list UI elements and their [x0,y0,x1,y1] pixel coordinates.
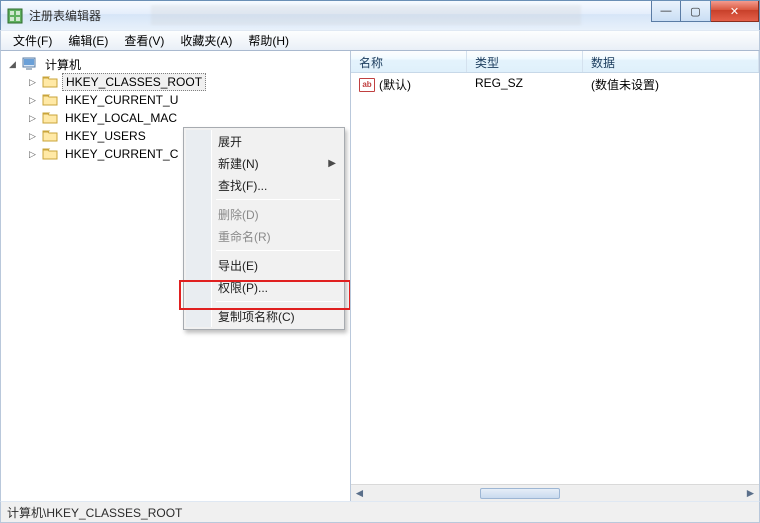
folder-icon [42,111,58,125]
context-menu-item[interactable]: 复制项名称(C) [186,305,342,327]
client-area: ◢ 计算机 ▷HKEY_CLASSES_ROOT▷HKEY_CURRENT_U▷… [0,51,760,501]
close-button[interactable]: ✕ [711,1,759,22]
menu-help[interactable]: 帮助(H) [240,30,297,51]
menu-favorites[interactable]: 收藏夹(A) [172,30,240,51]
tree-node-label: HKEY_CLASSES_ROOT [62,73,206,91]
tree-node-hkey_local_machine[interactable]: ▷ HKEY_LOCAL_MAC [1,109,350,127]
window-buttons: — ▢ ✕ [651,1,759,22]
values-list-pane: 名称 类型 数据 ab (默认) REG_SZ(数值未设置) ◄ ► [351,51,759,501]
tree-pane: ◢ 计算机 ▷HKEY_CLASSES_ROOT▷HKEY_CURRENT_U▷… [1,51,351,501]
minimize-button[interactable]: — [651,1,681,22]
expand-icon[interactable]: ▷ [27,149,38,160]
folder-icon [42,93,58,107]
tree-node-label: HKEY_USERS [62,128,149,144]
tree-node-label: HKEY_CURRENT_U [62,92,181,108]
value-name: (默认) [379,76,411,93]
cell-type: REG_SZ [467,76,583,93]
tree-node-hkey_current_user[interactable]: ▷ HKEY_CURRENT_U [1,91,350,109]
context-menu-item[interactable]: 查找(F)... [186,174,342,196]
expand-icon[interactable]: ▷ [27,131,38,142]
tree-node-hkey_classes_root[interactable]: ▷ HKEY_CLASSES_ROOT [1,73,350,91]
collapse-icon[interactable]: ◢ [7,59,18,70]
context-menu-separator [216,199,340,200]
horizontal-scrollbar[interactable]: ◄ ► [351,484,759,501]
cell-name: ab (默认) [351,76,467,93]
context-menu-item[interactable]: 展开 [186,130,342,152]
title-bar: 注册表编辑器 — ▢ ✕ [0,0,760,30]
tree-root-label: 计算机 [42,55,84,74]
list-row[interactable]: ab (默认) REG_SZ(数值未设置) [351,73,759,96]
menu-bar: 文件(F) 编辑(E) 查看(V) 收藏夹(A) 帮助(H) [0,30,760,51]
context-menu-item: 重命名(R) [186,225,342,247]
expand-icon[interactable]: ▷ [27,77,38,88]
context-menu-item[interactable]: 权限(P)... [186,276,342,298]
tree-root-node[interactable]: ◢ 计算机 [1,55,350,73]
context-menu-separator [216,250,340,251]
menu-file[interactable]: 文件(F) [5,30,60,51]
scroll-right-arrow-icon[interactable]: ► [742,486,759,501]
context-menu-separator [216,301,340,302]
expand-icon[interactable]: ▷ [27,95,38,106]
list-header: 名称 类型 数据 [351,51,759,73]
string-value-icon: ab [359,78,375,92]
context-menu-item: 删除(D) [186,203,342,225]
regedit-icon [7,8,23,24]
tree-node-label: HKEY_CURRENT_C [62,146,181,162]
context-menu-item[interactable]: 新建(N)▶ [186,152,342,174]
cell-data: (数值未设置) [583,76,759,93]
background-blur [151,5,581,25]
computer-icon [22,57,38,71]
list-body[interactable]: ab (默认) REG_SZ(数值未设置) [351,73,759,484]
menu-edit[interactable]: 编辑(E) [60,30,116,51]
folder-icon [42,147,58,161]
column-header-name[interactable]: 名称 [351,51,467,72]
window-title: 注册表编辑器 [29,7,101,24]
context-menu: 展开新建(N)▶查找(F)... 删除(D)重命名(R) 导出(E)权限(P)...… [183,127,345,330]
maximize-button[interactable]: ▢ [681,1,711,22]
tree-node-label: HKEY_LOCAL_MAC [62,110,180,126]
scroll-track[interactable] [368,486,742,501]
menu-view[interactable]: 查看(V) [116,30,172,51]
column-header-type[interactable]: 类型 [467,51,583,72]
scroll-left-arrow-icon[interactable]: ◄ [351,486,368,501]
submenu-arrow-icon: ▶ [328,158,336,169]
folder-icon [42,75,58,89]
status-path: 计算机\HKEY_CLASSES_ROOT [7,504,182,521]
expand-icon[interactable]: ▷ [27,113,38,124]
scroll-thumb[interactable] [480,488,560,499]
folder-icon [42,129,58,143]
status-bar: 计算机\HKEY_CLASSES_ROOT [0,501,760,523]
column-header-data[interactable]: 数据 [583,51,759,72]
context-menu-item[interactable]: 导出(E) [186,254,342,276]
